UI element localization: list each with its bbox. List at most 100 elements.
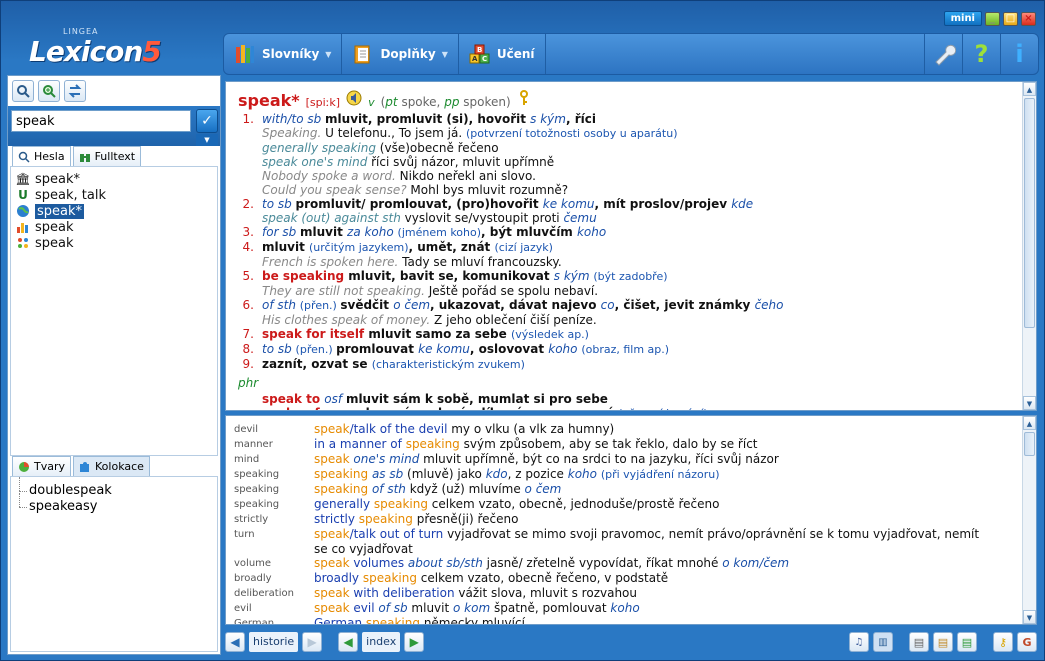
phrase-body: speak to osf mluvit sám k sobě, mumlat s… (262, 392, 608, 406)
entry-text-span: za koho (347, 225, 398, 239)
scroll-down-icon[interactable]: ▼ (1023, 610, 1036, 624)
tab-tvary[interactable]: Tvary (12, 456, 72, 476)
collocation-scrollbar[interactable]: ▲ ▼ (1022, 416, 1036, 624)
tree-item[interactable]: doublespeak (19, 477, 209, 499)
key-icon[interactable] (517, 90, 531, 106)
menu-doplnky[interactable]: Doplňky ▼ (342, 34, 459, 74)
entry-text-span: čemu (563, 211, 597, 225)
tab-hesla[interactable]: Hesla (12, 146, 71, 166)
table-row[interactable]: speaking speaking as sb (mluvě) jako kdo,… (234, 467, 1020, 482)
entry-scrollbar[interactable]: ▲ ▼ (1022, 82, 1036, 410)
table-row[interactable]: mind speak one's mind mluvit upřímně, být… (234, 452, 1020, 467)
advanced-search-button[interactable] (38, 80, 60, 102)
maximize-icon[interactable]: □ (1003, 11, 1018, 26)
list-item[interactable]: speak* (15, 203, 213, 219)
collocation-span: about sb/sth (407, 556, 487, 570)
info-button[interactable]: i (1000, 34, 1038, 74)
list-item[interactable]: 🏛 speak* (15, 171, 213, 187)
swap-direction-button[interactable] (64, 80, 86, 102)
table-row[interactable]: devil speak/talk of the devil my o vlku (… (234, 422, 1020, 437)
view-sound-button[interactable]: ♫ (849, 632, 869, 652)
entry-text-span: mluvit, bavit se, komunikovat (348, 269, 554, 283)
table-row[interactable]: se co vyjadřovat (234, 542, 1020, 556)
collocation-text: strictly speaking přesně(ji) řečeno (314, 512, 1020, 527)
table-row[interactable]: speaking speaking of sth když (už) mluvím… (234, 482, 1020, 497)
table-row[interactable]: strictly strictly speaking přesně(ji) řeč… (234, 512, 1020, 527)
view-split-button[interactable]: ▥ (873, 632, 893, 652)
tree-item[interactable]: speakeasy (19, 493, 209, 515)
split-icon: ▥ (878, 636, 888, 648)
list-item[interactable]: U speak, talk (15, 187, 213, 203)
entry-text-span: mluvit (262, 240, 310, 254)
collocation-span: vážit slova, mluvit s rozvahou (458, 586, 637, 600)
minimize-icon[interactable]: _ (985, 11, 1000, 26)
table-row[interactable]: German German speaking německy mluvící (234, 616, 1020, 624)
history-back-button[interactable]: ◀ (225, 632, 245, 652)
book-pages-icon (354, 45, 370, 64)
scroll-thumb[interactable] (1024, 98, 1035, 328)
entry-text-span: promluvit/ promlouvat, (pro)hovořit (295, 197, 543, 211)
entry-text-span: Could you speak sense? (262, 183, 411, 197)
entry-text-span: (být zadobře) (593, 270, 668, 283)
entry-text-span: osf (324, 392, 346, 406)
scroll-up-icon[interactable]: ▲ (1023, 416, 1036, 430)
collocation-span: one's mind (353, 452, 424, 466)
sense-body: speak (out) against sth vyslovit se/vyst… (262, 211, 597, 225)
page-view-1-button[interactable]: ▤ (909, 632, 929, 652)
tab-fulltext[interactable]: Fulltext (72, 146, 142, 166)
index-forward-button[interactable]: ▶ (404, 632, 425, 652)
entry-text-span: generally speaking (262, 141, 380, 155)
table-row[interactable]: speaking generally speaking celkem vzato,… (234, 497, 1020, 512)
sense-example: They are still not speaking. Ještě pořád… (238, 284, 1018, 298)
page-view-3-button[interactable]: ▤ (957, 632, 977, 652)
mini-mode-button[interactable]: mini (943, 11, 982, 26)
view-buttons: ♫ ▥ ▤ ▤ ▤ ⚷ G (849, 632, 1037, 652)
tab-kolokace[interactable]: Kolokace (73, 456, 150, 476)
window-controls: mini _ □ × (943, 11, 1036, 26)
page-icon: ▤ (913, 635, 925, 649)
search-submit-button[interactable]: ✓ (196, 109, 218, 133)
entry-text-span: vyslovit se/vystoupit proti (404, 211, 564, 225)
sound-icon[interactable] (346, 90, 362, 106)
table-row[interactable]: broadly broadly speaking celkem vzato, ob… (234, 571, 1020, 586)
page-view-2-button[interactable]: ▤ (933, 632, 953, 652)
table-row[interactable]: deliberation speak with deliberation váži… (234, 586, 1020, 601)
entry-text-span: mluvit, promluvit (si), hovořit (325, 112, 531, 126)
close-icon[interactable]: × (1021, 11, 1036, 26)
entry-text-span: říci svůj názor, mluvit upřímně (371, 155, 555, 169)
collocation-span: of sth (371, 482, 410, 496)
help-button[interactable]: ? (962, 34, 1000, 74)
search-button[interactable] (12, 80, 34, 102)
table-row[interactable]: turn speak/talk out of turn vyjadřovat se… (234, 527, 1020, 542)
entry-text-span: (určitým jazykem) (309, 241, 409, 254)
settings-button[interactable] (924, 34, 962, 74)
entry-content: speak* [spiːk] v (pt spoke, pp spoken) 1… (238, 90, 1018, 410)
sense-body: Speaking. U telefonu., To jsem já. (potv… (262, 126, 678, 141)
collocation-span: speaking (405, 437, 464, 451)
main-menubar: Slovníky ▼ Doplňky ▼ BAC Učení ? i (223, 33, 1039, 75)
scroll-up-icon[interactable]: ▲ (1023, 82, 1036, 96)
sense-body: French is spoken here. Tady se mluví fra… (262, 255, 562, 269)
table-row[interactable]: manner in a manner of speaking svým způso… (234, 437, 1020, 452)
key-button[interactable]: ⚷ (993, 632, 1013, 652)
menu-slovniky[interactable]: Slovníky ▼ (224, 34, 343, 74)
list-item[interactable]: speak (15, 235, 213, 251)
entry-text-span: speak to (262, 392, 325, 406)
index-back-button[interactable]: ◀ (338, 632, 359, 652)
table-row[interactable]: evil speak evil of sb mluvit o kom špatně… (234, 601, 1020, 616)
grammar-button[interactable]: G (1017, 632, 1037, 652)
table-row[interactable]: volume speak volumes about sb/sth jasně/ … (234, 556, 1020, 571)
collocation-rows: devil speak/talk of the devil my o vlku (… (234, 422, 1020, 624)
collocation-keyword: devil (234, 424, 258, 435)
entry-text-span: čeho (754, 298, 784, 312)
menu-uceni[interactable]: BAC Učení (459, 34, 546, 74)
scroll-thumb[interactable] (1024, 432, 1035, 456)
search-history-dropdown[interactable]: ▼ (196, 134, 218, 146)
collocation-keyword: strictly (234, 514, 269, 525)
sense-body: to sb (přen.) promlouvat ke komu, oslovo… (262, 342, 669, 357)
search-input[interactable] (11, 110, 191, 132)
sense-body: His clothes speak of money. Z jeho obleč… (262, 313, 597, 327)
list-item[interactable]: speak (15, 219, 213, 235)
history-forward-button[interactable]: ▶ (302, 632, 323, 652)
scroll-down-icon[interactable]: ▼ (1023, 396, 1036, 410)
